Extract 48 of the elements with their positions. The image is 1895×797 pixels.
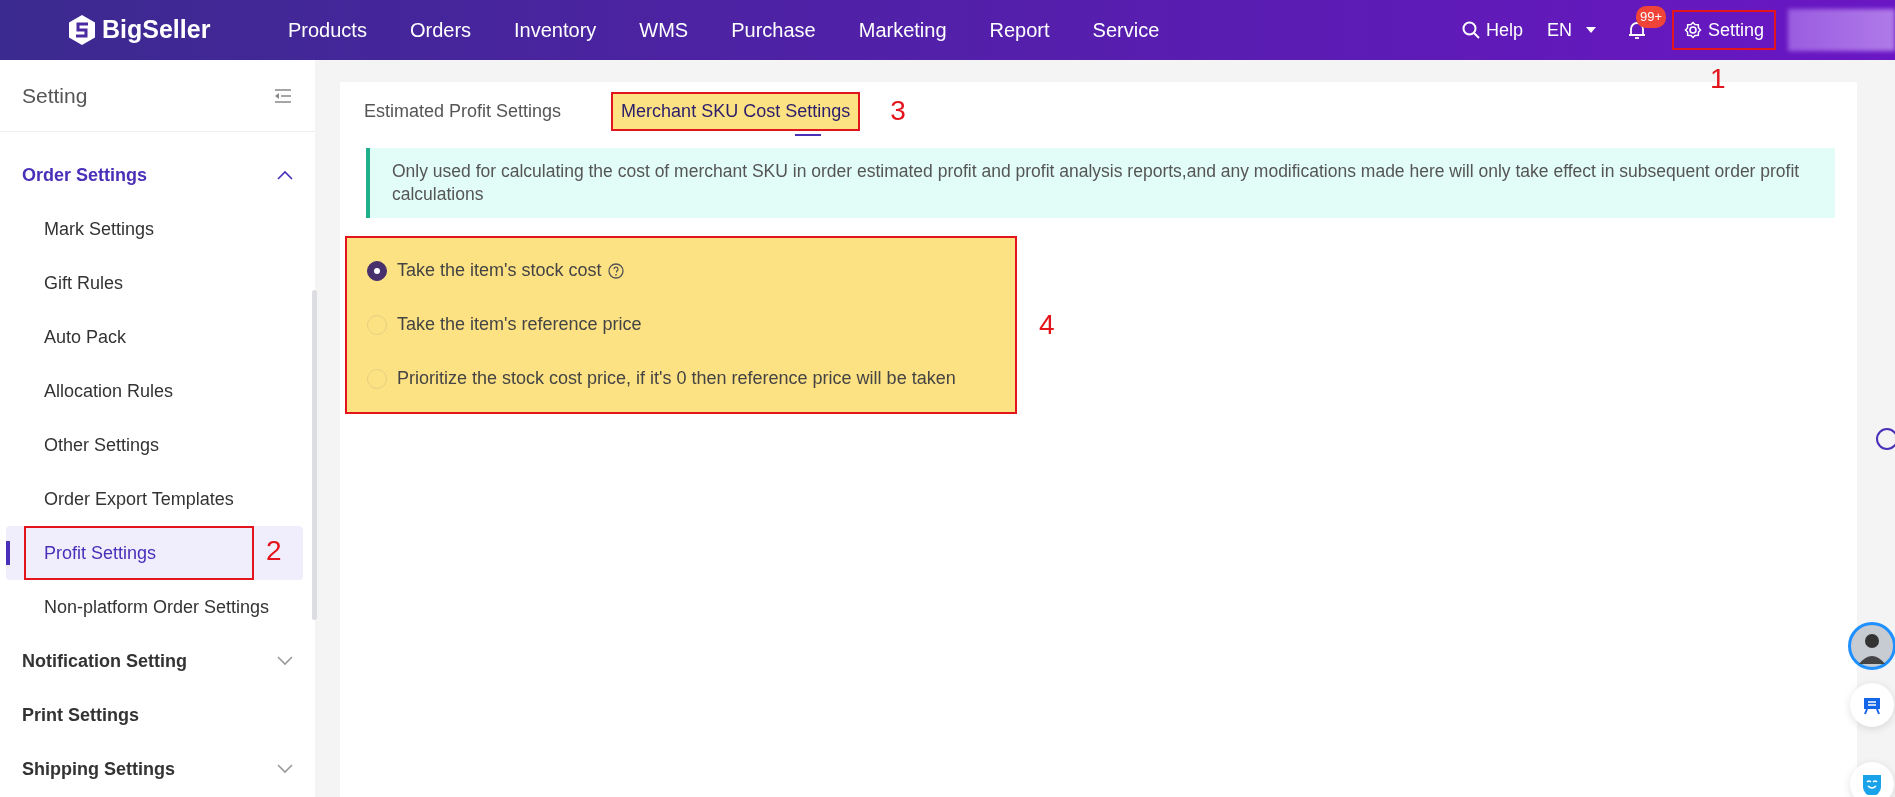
collapse-icon [273, 87, 293, 104]
sidebar-group[interactable]: Print Settings [0, 688, 315, 742]
logo-icon [68, 14, 96, 46]
smile-icon [1861, 773, 1883, 795]
sidebar-item[interactable]: Gift Rules [6, 256, 303, 310]
logo-text: BigSeller [102, 14, 211, 46]
help-link[interactable]: Help [1453, 10, 1531, 50]
notification-badge: 99+ [1636, 6, 1667, 28]
nav-link[interactable]: Products [288, 15, 367, 45]
nav-link[interactable]: Report [989, 15, 1050, 45]
annotation-number: 1 [1710, 62, 1726, 96]
sidebar-item[interactable]: Profit Settings 2 [6, 526, 303, 580]
nav-link[interactable]: Inventory [514, 15, 597, 45]
nav-link[interactable]: Purchase [731, 15, 816, 45]
board-icon [1862, 695, 1882, 715]
option-label: Take the item's reference price [397, 313, 642, 336]
option-label: Prioritize the stock cost price, if it's 0 then reference price will be taken [397, 367, 956, 390]
sidebar-item[interactable]: Non-platform Order Settings [6, 580, 303, 634]
bell-icon [1628, 20, 1646, 40]
annotation-number: 4 [1039, 307, 1055, 342]
annotation-number: 3 [890, 94, 906, 128]
search-icon [1461, 21, 1480, 39]
chevron-up-icon [277, 170, 293, 180]
tab[interactable]: Merchant SKU Cost Settings [611, 91, 861, 131]
sidebar-group[interactable]: Order Settings [0, 148, 315, 202]
agent-avatar [1848, 622, 1895, 670]
radio-button[interactable] [367, 260, 387, 281]
sidebar-item[interactable]: Other Settings [6, 418, 303, 472]
nav-link[interactable]: Marketing [858, 15, 947, 45]
option-label: Take the item's stock cost [397, 259, 602, 282]
annotation-number: 2 [266, 534, 282, 568]
notice-text: Only used for calculating the cost of merchant SKU in order estimated profit and profit analysis reports,and any modifications made here will only take effect in subsequent order profit calculations [366, 148, 1835, 218]
sidebar-item[interactable]: Order Export Templates [6, 472, 303, 526]
nav-link[interactable]: Service [1092, 15, 1160, 45]
sidebar-item[interactable]: Allocation Rules [6, 364, 303, 418]
sidebar-group[interactable]: Notification Setting [0, 634, 315, 688]
sidebar-title: Setting [22, 82, 88, 109]
sidebar-item[interactable]: Mark Settings [6, 202, 303, 256]
setting-button[interactable]: Setting [1672, 10, 1776, 50]
language-dropdown[interactable]: EN [1539, 10, 1604, 50]
caret-icon [1586, 27, 1596, 33]
nav-link[interactable]: Orders [409, 15, 472, 45]
sidebar-group[interactable]: Shipping Settings [0, 742, 315, 796]
active-tab-indicator [795, 134, 821, 136]
tab[interactable]: Estimated Profit Settings [354, 91, 572, 131]
nav-link[interactable]: WMS [639, 15, 689, 45]
sidebar-item[interactable]: Auto Pack [6, 310, 303, 364]
gear-icon [1683, 21, 1702, 39]
